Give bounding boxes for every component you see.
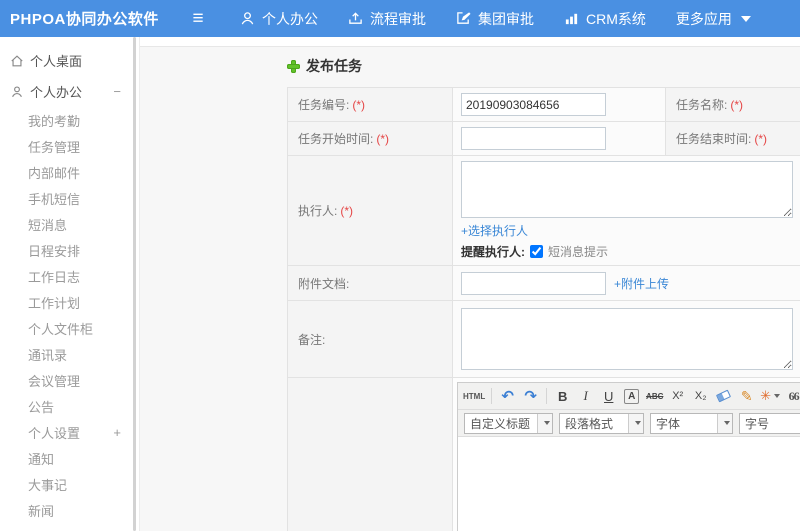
sidebar-item-short-message[interactable]: 短消息 <box>0 211 139 237</box>
editor-toolbar-row2: 自定义标题 段落格式 字体 字号 <box>458 410 800 437</box>
caret-down-icon <box>634 421 641 425</box>
collapse-icon[interactable]: − <box>113 84 121 99</box>
task-name-label: 任务名称: (*) <box>665 87 800 122</box>
blockquote-icon[interactable]: 66 <box>783 386 800 407</box>
user-icon <box>10 85 25 99</box>
nav-group-approval[interactable]: 集团审批 <box>456 9 534 29</box>
remind-executor-label: 提醒执行人: <box>461 245 525 259</box>
quick-format-icon[interactable]: ✳ <box>759 386 781 407</box>
sidebar-item-work-plan[interactable]: 工作计划 <box>0 289 139 315</box>
sidebar-item-personal-office[interactable]: 个人办公 − <box>0 76 139 107</box>
subscript-icon[interactable]: X₂ <box>690 386 711 407</box>
sidebar-item-task-management[interactable]: 任务管理 <box>0 133 139 159</box>
bold-icon[interactable]: B <box>552 386 573 407</box>
edit-icon <box>456 11 471 26</box>
choose-executor-link[interactable]: +选择执行人 <box>461 222 800 239</box>
app-logo: PHPOA协同办公软件 <box>10 11 159 28</box>
expand-icon[interactable]: + <box>113 425 121 440</box>
content-header-strip <box>140 37 800 47</box>
sidebar-item-internal-mail[interactable]: 内部邮件 <box>0 159 139 185</box>
executor-label: 执行人: (*) <box>287 155 453 266</box>
font-style-icon[interactable]: A <box>624 388 640 404</box>
undo-icon[interactable]: ↶ <box>497 386 518 407</box>
attachment-label: 附件文档: <box>287 265 453 301</box>
sidebar-item-work-log[interactable]: 工作日志 <box>0 263 139 289</box>
person-icon <box>240 11 255 26</box>
source-code-button[interactable]: HTML <box>462 386 486 407</box>
page-title: 发布任务 <box>287 56 800 76</box>
editor-content[interactable] <box>458 437 800 531</box>
italic-icon[interactable]: I <box>575 386 596 407</box>
nav-label: 更多应用 <box>675 10 732 27</box>
sidebar-scrollbar[interactable] <box>133 37 136 531</box>
menu-toggle-icon[interactable]: ≡ <box>178 8 218 30</box>
nav-label: 个人办公 <box>262 10 318 27</box>
sidebar-item-notice[interactable]: 通知 <box>0 445 139 471</box>
attachment-upload-link[interactable]: +附件上传 <box>614 275 669 292</box>
superscript-icon[interactable]: X² <box>667 386 688 407</box>
start-time-input[interactable] <box>461 127 606 150</box>
remark-label: 备注: <box>287 300 453 378</box>
sidebar-item-personal-settings[interactable]: 个人设置 + <box>0 419 139 445</box>
sidebar-item-mobile-sms[interactable]: 手机短信 <box>0 185 139 211</box>
sidebar-item-schedule[interactable]: 日程安排 <box>0 237 139 263</box>
paragraph-format-select[interactable]: 段落格式 <box>559 412 644 434</box>
attachment-input[interactable] <box>461 271 606 295</box>
task-no-input[interactable] <box>461 93 606 116</box>
caret-down-icon <box>543 421 550 425</box>
topbar: PHPOA协同办公软件 ≡ 个人办公 流程审批 集团审批 CRM系统 更多应用 <box>0 0 800 37</box>
sidebar-item-personal-desktop[interactable]: 个人桌面 <box>0 45 139 76</box>
nav-more-apps[interactable]: 更多应用 <box>676 9 751 29</box>
eraser-icon[interactable] <box>713 386 734 407</box>
strikethrough-icon[interactable]: ABC <box>644 386 665 407</box>
nav-process-approval[interactable]: 流程审批 <box>348 9 426 29</box>
caret-down-icon <box>740 15 751 22</box>
sidebar-item-contacts[interactable]: 通讯录 <box>0 341 139 367</box>
font-size-select[interactable]: 字号 <box>739 412 800 434</box>
nav-crm-system[interactable]: CRM系统 <box>564 9 646 29</box>
sidebar: 个人桌面 个人办公 − 我的考勤 任务管理 内部邮件 手机短信 短消息 日程安排… <box>0 37 140 531</box>
process-icon <box>348 11 363 26</box>
editor-toolbar-row1: HTML ↶ ↷ B I U A ABC X² X₂ ✎ ✳ 66 <box>458 383 800 410</box>
main-content: 发布任务 任务编号:(*) 任务名称:(*) <box>140 37 800 531</box>
nav-label: CRM系统 <box>586 10 646 27</box>
sms-remind-label: 短消息提示 <box>548 245 609 259</box>
sidebar-item-announcement[interactable]: 公告 <box>0 393 139 419</box>
nav-label: 流程审批 <box>370 10 426 27</box>
publish-task-form: 任务编号:(*) 任务名称:(*) 任务开始时间:(*) <box>287 87 800 531</box>
end-time-label: 任务结束时间: (*) <box>665 121 800 156</box>
rich-text-editor: HTML ↶ ↷ B I U A ABC X² X₂ ✎ ✳ 66 自定义标题 … <box>457 382 800 531</box>
start-time-label: 任务开始时间: (*) <box>287 121 453 156</box>
custom-title-select[interactable]: 自定义标题 <box>464 412 553 434</box>
description-label: 任务描述:(*) <box>287 377 453 531</box>
sidebar-item-meeting-management[interactable]: 会议管理 <box>0 367 139 393</box>
font-family-select[interactable]: 字体 <box>650 412 733 434</box>
chart-icon <box>564 11 579 26</box>
sidebar-item-personal-files[interactable]: 个人文件柜 <box>0 315 139 341</box>
executor-textarea[interactable] <box>461 161 793 218</box>
sms-remind-checkbox[interactable] <box>530 245 543 258</box>
remark-textarea[interactable] <box>461 308 793 370</box>
sidebar-item-news[interactable]: 新闻 <box>0 497 139 523</box>
caret-down-icon <box>774 394 781 398</box>
task-no-label: 任务编号: (*) <box>287 87 453 122</box>
sidebar-item-my-attendance[interactable]: 我的考勤 <box>0 107 139 133</box>
nav-label: 集团审批 <box>478 10 534 27</box>
format-brush-icon[interactable]: ✎ <box>736 386 757 407</box>
nav-personal-office[interactable]: 个人办公 <box>240 9 318 29</box>
underline-icon[interactable]: U <box>598 386 619 407</box>
sidebar-item-memorabilia[interactable]: 大事记 <box>0 471 139 497</box>
caret-down-icon <box>723 421 730 425</box>
home-icon <box>10 54 25 68</box>
add-icon <box>287 59 300 73</box>
redo-icon[interactable]: ↷ <box>520 386 541 407</box>
top-navigation: 个人办公 流程审批 集团审批 CRM系统 更多应用 <box>240 9 781 29</box>
